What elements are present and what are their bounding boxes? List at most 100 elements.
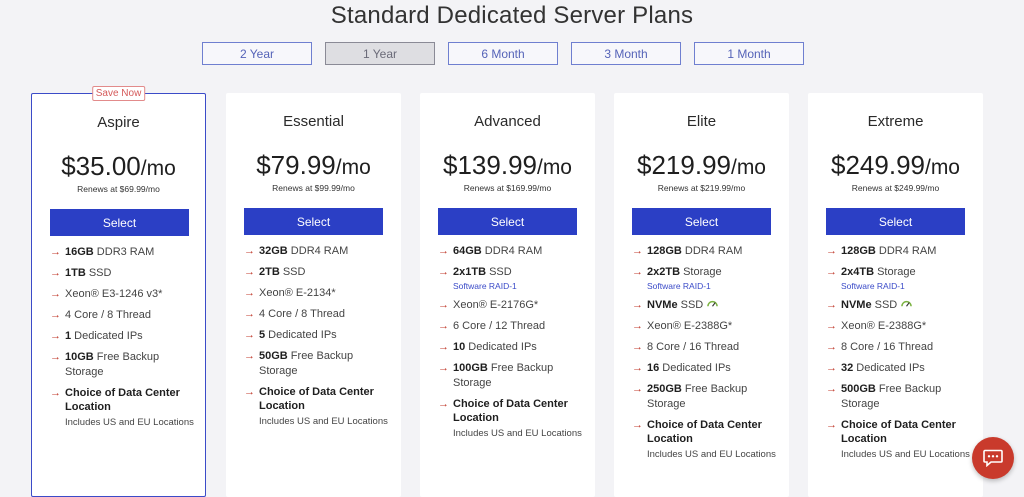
plan-price: $219.99/mo [614,150,789,181]
feature-subnote: Software RAID-1 [453,280,517,291]
feature-highlight: Choice of Data Center Location [259,385,374,413]
feature-highlight: 10GB [65,351,94,363]
price-amount: $219.99 [637,150,731,180]
feature-highlight: NVMe [841,299,872,311]
feature-highlight: NVMe [647,299,678,311]
feature-text: DDR4 RAM [875,245,937,257]
feature-item: → Xeon® E-2388G* [632,319,782,334]
billing-period-tabs: 2 Year 1 Year 6 Month 3 Month 1 Month [202,42,804,65]
feature-note: Includes US and EU Locations [841,448,970,460]
arrow-right-icon: → [244,329,255,341]
arrow-right-icon: → [826,320,837,332]
arrow-right-icon: → [50,246,61,258]
plan-name: Essential [283,113,344,130]
plan-name: Extreme [867,113,924,130]
feature-item: → Xeon® E-2134* [244,286,394,301]
feature-item: → 1 Dedicated IPs [50,329,200,344]
renewal-price: Renews at $69.99/mo [77,184,160,194]
price-amount: $79.99 [256,150,336,180]
plan-card-advanced: Advanced $139.99/mo Renews at $169.99/mo Se… [420,93,595,497]
save-now-badge: Save Now [91,86,146,101]
feature-item: → 4 Core / 8 Thread [244,307,394,322]
feature-item: → 100GB Free Backup Storage [438,361,588,390]
tab-1-year[interactable]: 1 Year [325,42,435,65]
feature-text: DDR3 RAM [93,246,155,258]
arrow-right-icon: → [632,320,643,332]
feature-highlight: 2x4TB [841,266,875,278]
plan-name: Aspire [97,114,140,131]
feature-item: → Xeon® E3-1246 v3* [50,287,200,302]
renewal-price: Renews at $219.99/mo [657,183,746,193]
feature-item: → 1TB SSD [50,266,200,281]
feature-item: → 2x1TB SSD Software RAID-1 [438,265,588,292]
feature-item: → Xeon® E-2176G* [438,298,588,313]
feature-text: Dedicated IPs [659,362,731,374]
select-button[interactable]: Select [632,208,771,235]
arrow-right-icon: → [438,245,449,257]
feature-highlight: 250GB [647,383,682,395]
price-period: /mo [730,156,766,179]
arrow-right-icon: → [632,362,643,374]
select-button[interactable]: Select [826,208,965,235]
feature-subnote: Software RAID-1 [841,280,905,291]
price-period: /mo [335,156,371,179]
arrow-right-icon: → [244,308,255,320]
arrow-right-icon: → [826,245,837,257]
feature-highlight: Choice of Data Center Location [647,418,762,446]
feature-text: SSD [85,267,112,279]
feature-item: → 2TB SSD [244,265,394,280]
feature-item: → 4 Core / 8 Thread [50,308,200,323]
feature-text: Dedicated IPs [465,341,537,353]
feature-text: Dedicated IPs [853,362,925,374]
renewal-price: Renews at $99.99/mo [272,183,355,193]
feature-highlight: Choice of Data Center Location [841,418,956,446]
feature-highlight: 2TB [259,266,280,278]
select-button[interactable]: Select [438,208,577,235]
feature-item: → 8 Core / 16 Thread [826,340,976,355]
feature-text: Xeon® E-2388G* [841,320,927,332]
tab-3-month[interactable]: 3 Month [571,42,681,65]
feature-text: Xeon® E-2134* [259,287,336,299]
feature-note: Includes US and EU Locations [453,427,582,439]
feature-item: → Choice of Data Center Location Includes … [50,386,200,430]
plan-card-essential: Essential $79.99/mo Renews at $99.99/mo Sel… [226,93,401,497]
feature-item: → 32GB DDR4 RAM [244,244,394,259]
page-title: Standard Dedicated Server Plans [330,2,694,29]
feature-text: DDR4 RAM [681,245,743,257]
plan-price: $249.99/mo [808,150,983,181]
tab-6-month[interactable]: 6 Month [448,42,558,65]
arrow-right-icon: → [826,341,837,353]
arrow-right-icon: → [438,320,449,332]
arrow-right-icon: → [826,266,837,278]
feature-text: Xeon® E-2388G* [647,320,733,332]
arrow-right-icon: → [50,288,61,300]
feature-item: → 16GB DDR3 RAM [50,245,200,260]
feature-item: → 128GB DDR4 RAM [632,244,782,259]
arrow-right-icon: → [244,350,255,362]
select-button[interactable]: Select [244,208,383,235]
feature-item: → Choice of Data Center Location Includes … [826,418,976,462]
feature-highlight: Choice of Data Center Location [65,386,180,414]
chat-button[interactable] [972,437,1014,479]
price-amount: $249.99 [831,150,925,180]
feature-text: 4 Core / 8 Thread [259,308,346,320]
feature-text: Storage [874,266,916,278]
renewal-price: Renews at $249.99/mo [851,183,940,193]
feature-highlight: 128GB [647,245,682,257]
feature-text: Xeon® E3-1246 v3* [65,288,163,300]
feature-item: → 2x4TB Storage Software RAID-1 [826,265,976,292]
feature-item: → 250GB Free Backup Storage [632,382,782,411]
feature-item: → 16 Dedicated IPs [632,361,782,376]
arrow-right-icon: → [438,266,449,278]
arrow-right-icon: → [438,397,449,410]
feature-highlight: 500GB [841,383,876,395]
arrow-right-icon: → [632,299,643,311]
feature-highlight: 10 [453,341,466,353]
feature-item: → 64GB DDR4 RAM [438,244,588,259]
plan-name: Advanced [474,113,541,130]
tab-2-year[interactable]: 2 Year [202,42,312,65]
arrow-right-icon: → [632,245,643,257]
tab-1-month[interactable]: 1 Month [694,42,804,65]
select-button[interactable]: Select [50,209,189,236]
feature-item: → Choice of Data Center Location Includes … [244,385,394,429]
